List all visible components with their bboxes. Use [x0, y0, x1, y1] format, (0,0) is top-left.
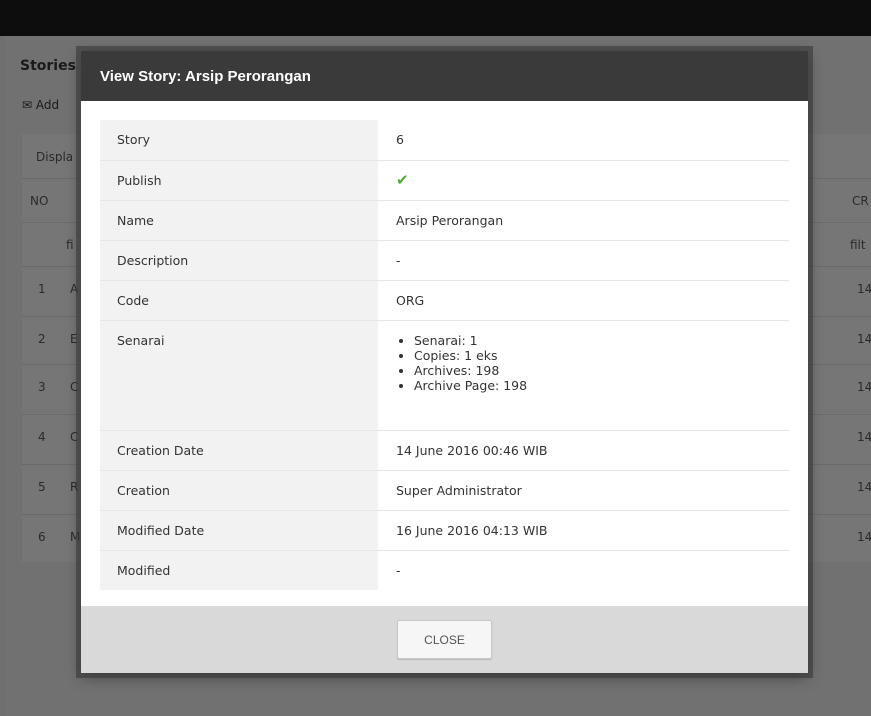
row-no: 4 — [38, 430, 46, 444]
field-label: Story — [100, 120, 378, 160]
detail-row-description: Description - — [100, 240, 789, 280]
detail-row-publish: Publish ✔ — [100, 160, 789, 200]
row-cr: 14 — [857, 380, 871, 394]
modal-title: View Story: Arsip Perorangan — [100, 67, 311, 85]
field-value: 16 June 2016 04:13 WIB — [396, 522, 548, 538]
row-no: 2 — [38, 332, 46, 346]
field-label: Publish — [100, 160, 378, 200]
field-value: ORG — [396, 292, 425, 308]
page-title: Stories — [20, 58, 76, 74]
field-value: - — [396, 562, 401, 578]
field-value: Senarai: 1 Copies: 1 eks Archives: 198 A… — [378, 320, 789, 430]
list-item: Senarai: 1 — [414, 333, 789, 348]
add-label: Add — [35, 98, 60, 112]
field-value: Super Administrator — [396, 482, 522, 498]
row-no: 6 — [38, 530, 46, 544]
modal-header: View Story: Arsip Perorangan — [81, 51, 808, 101]
row-cr: 14 — [857, 530, 871, 544]
row-no: 5 — [38, 480, 46, 494]
field-label: Modified Date — [100, 510, 378, 550]
row-cell: C — [70, 430, 79, 444]
detail-row-name: Name Arsip Perorangan — [100, 200, 789, 240]
row-no: 3 — [38, 380, 46, 394]
field-label: Creation — [100, 470, 378, 510]
filter-input-left[interactable]: fi — [66, 223, 74, 267]
row-cell: M — [70, 530, 81, 544]
list-item: Archive Page: 198 — [414, 378, 789, 393]
field-value: 14 June 2016 00:46 WIB — [396, 442, 548, 458]
row-cr: 14 — [857, 332, 871, 346]
row-cr: 14 — [857, 430, 871, 444]
col-cr-header: CR — [852, 194, 869, 208]
add-story-link[interactable]: ✉ Add — [22, 98, 59, 112]
modal-footer: CLOSE — [81, 606, 808, 673]
envelope-icon: ✉ — [22, 98, 36, 112]
display-label: Displa — [36, 150, 74, 164]
field-value: Arsip Perorangan — [396, 212, 504, 228]
view-story-modal: View Story: Arsip Perorangan Story 6 Pub… — [81, 51, 808, 673]
field-label: Senarai — [100, 320, 378, 430]
detail-row-senarai: Senarai Senarai: 1 Copies: 1 eks Archive… — [100, 320, 789, 430]
detail-row-code: Code ORG — [100, 280, 789, 320]
filter-input-right[interactable]: filt — [850, 223, 866, 267]
senarai-list: Senarai: 1 Copies: 1 eks Archives: 198 A… — [396, 333, 789, 393]
field-label: Description — [100, 240, 378, 280]
row-cr: 14 — [857, 282, 871, 296]
col-no-header: NO — [30, 194, 49, 208]
row-cell: A — [70, 282, 79, 296]
detail-row-modified-date: Modified Date 16 June 2016 04:13 WIB — [100, 510, 789, 550]
field-label: Code — [100, 280, 378, 320]
detail-row-creation: Creation Super Administrator — [100, 470, 789, 510]
detail-row-creation-date: Creation Date 14 June 2016 00:46 WIB — [100, 430, 789, 470]
list-item: Copies: 1 eks — [414, 348, 789, 363]
story-detail-table: Story 6 Publish ✔ Name Arsip Perorangan … — [100, 120, 789, 590]
row-no: 1 — [38, 282, 46, 296]
row-cr: 14 — [857, 480, 871, 494]
field-value: ✔ — [378, 160, 789, 200]
check-icon: ✔ — [396, 170, 409, 189]
top-nav-bar — [0, 0, 871, 36]
row-cell: E — [70, 332, 78, 346]
close-button[interactable]: CLOSE — [397, 620, 492, 659]
field-label: Modified — [100, 550, 378, 590]
row-cell: R — [70, 480, 79, 494]
field-value: - — [396, 252, 401, 268]
row-cell: C — [70, 380, 79, 394]
list-item: Archives: 198 — [414, 363, 789, 378]
detail-row-story: Story 6 — [100, 120, 789, 160]
field-label: Name — [100, 200, 378, 240]
field-label: Creation Date — [100, 430, 378, 470]
field-value: 6 — [396, 132, 404, 147]
detail-row-modified: Modified - — [100, 550, 789, 590]
